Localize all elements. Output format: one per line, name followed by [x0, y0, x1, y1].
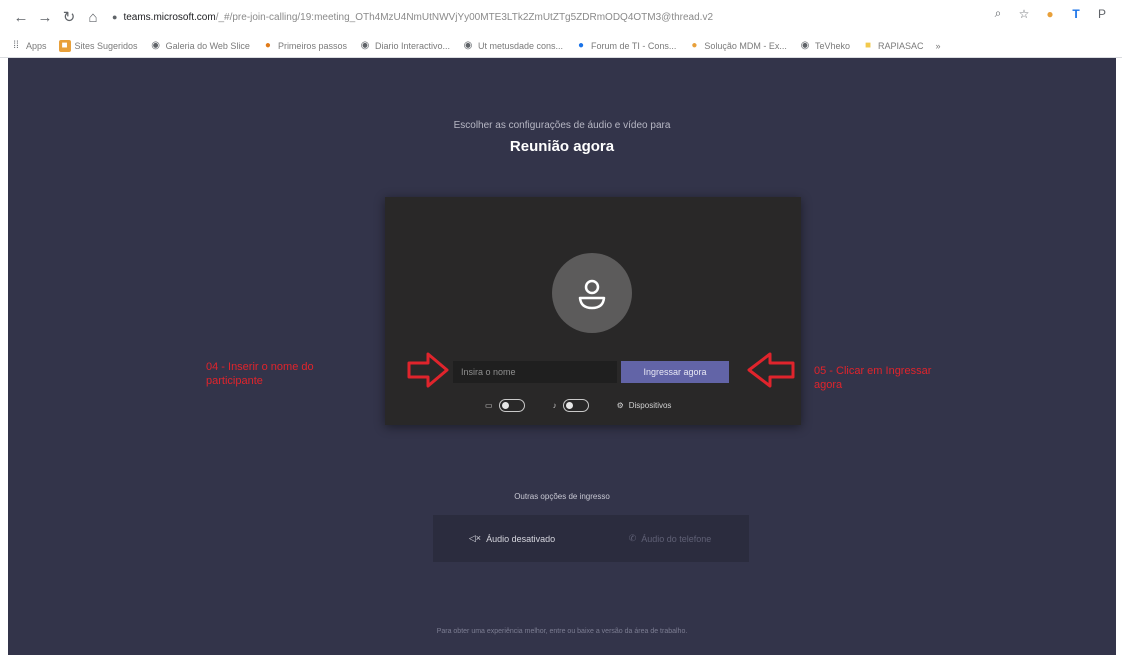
annotation-arrow-left-icon [747, 352, 795, 388]
teams-prejoin-page: Escolher as configurações de áudio e víd… [8, 58, 1116, 655]
bookmark-item[interactable]: ◉ TeVheko [799, 40, 850, 52]
address-bar[interactable]: ● teams.microsoft.com /_#/pre-join-calli… [112, 6, 962, 28]
extensions-area: ⌕ ☆ ● T P [990, 6, 1110, 21]
gear-icon: ⚙ [616, 400, 624, 410]
url-host: teams.microsoft.com [123, 11, 216, 23]
annotation-step-4: 04 - Inserir o nome do participante [206, 361, 314, 387]
back-arrow-icon[interactable]: ← [10, 6, 32, 28]
bookmark-item[interactable]: ■ RAPIASAC [862, 40, 924, 52]
extension-p-icon[interactable]: P [1094, 7, 1110, 21]
orange-circle-icon: ● [691, 40, 698, 51]
microphone-toggle[interactable] [562, 398, 589, 412]
blue-circle-icon: ● [578, 40, 585, 51]
devices-button[interactable]: ⚙ Dispositivos [617, 401, 672, 410]
folder-icon: ■ [864, 40, 871, 51]
join-now-button[interactable]: Ingressar agora [621, 361, 729, 383]
bookmark-item[interactable]: ◉ Ut metusdade cons... [462, 40, 563, 52]
forward-arrow-icon[interactable]: → [34, 6, 56, 28]
lock-icon: ● [112, 12, 118, 22]
globe-icon: ◉ [151, 40, 160, 51]
av-controls: ▭ ♪ ⚙ Dispositivos [485, 398, 671, 412]
annotation-arrow-right-icon [407, 352, 449, 388]
camera-icon: ▭ [485, 400, 493, 410]
url-path: /_#/pre-join-calling/19:meeting_OTh4MzU4… [215, 11, 714, 23]
firefox-icon: ● [264, 40, 271, 51]
other-join-options: ◁× Áudio desativado ✆ Áudio do telefone [433, 515, 749, 562]
person-icon [578, 279, 606, 310]
zoom-icon[interactable]: ⌕ [990, 6, 1006, 21]
star-icon[interactable]: ☆ [1016, 7, 1032, 21]
bookmark-item[interactable]: ◉ Diario Interactivo... [359, 40, 450, 52]
bookmark-item[interactable]: ⁞⁞ Apps [10, 40, 46, 52]
globe-icon: ◉ [463, 40, 473, 51]
name-input[interactable] [453, 361, 617, 383]
extension-orange-icon[interactable]: ● [1042, 7, 1058, 21]
bookmark-item[interactable]: ● Forum de TI - Cons... [575, 40, 676, 52]
bookmarks-overflow[interactable]: » [935, 41, 940, 51]
chevron-right-icon: » [935, 40, 941, 51]
globe-icon: ◉ [360, 40, 370, 51]
speaker-off-icon: ◁× [468, 533, 482, 543]
phone-audio-option[interactable]: ✆ Áudio do telefone [591, 533, 749, 544]
microphone-icon: ♪ [552, 400, 557, 410]
prejoin-panel: Ingressar agora ▭ ♪ ⚙ Dispositivos [385, 197, 801, 425]
bookmark-orange-icon: ■ [58, 39, 71, 52]
globe-icon: ◉ [800, 40, 810, 51]
audio-off-option[interactable]: ◁× Áudio desativado [433, 533, 591, 544]
prejoin-subtitle: Escolher as configurações de áudio e víd… [453, 120, 671, 131]
browser-toolbar: ← → ↻ ⌂ ● teams.microsoft.com /_#/pre-jo… [0, 0, 1122, 34]
bookmark-item[interactable]: ● Primeiros passos [262, 40, 347, 52]
footer-note: Para obter uma experiência melhor, entre… [436, 628, 688, 635]
home-icon[interactable]: ⌂ [82, 6, 104, 28]
apps-grid-icon: ⁞⁞ [13, 40, 19, 51]
reload-icon[interactable]: ↻ [58, 6, 80, 28]
phone-icon: ✆ [628, 533, 637, 543]
bookmark-item[interactable]: ● Solução MDM - Ex... [688, 40, 787, 52]
bookmarks-bar: ⁞⁞ Apps ■ Sites Sugeridos ◉ Galeria do W… [0, 34, 1122, 58]
bookmark-item[interactable]: ■ Sites Sugeridos [58, 39, 138, 52]
devices-label: Dispositivos [628, 400, 672, 410]
avatar [552, 253, 632, 333]
annotation-step-5: 05 - Clicar em Ingressar agora [814, 365, 932, 391]
other-join-options-title: Outras opções de ingresso [514, 492, 610, 501]
extension-t-icon[interactable]: T [1068, 7, 1084, 21]
bookmark-item[interactable]: ◉ Galeria do Web Slice [150, 40, 250, 52]
meeting-title: Reunião agora [509, 138, 615, 155]
camera-toggle[interactable] [498, 398, 525, 412]
